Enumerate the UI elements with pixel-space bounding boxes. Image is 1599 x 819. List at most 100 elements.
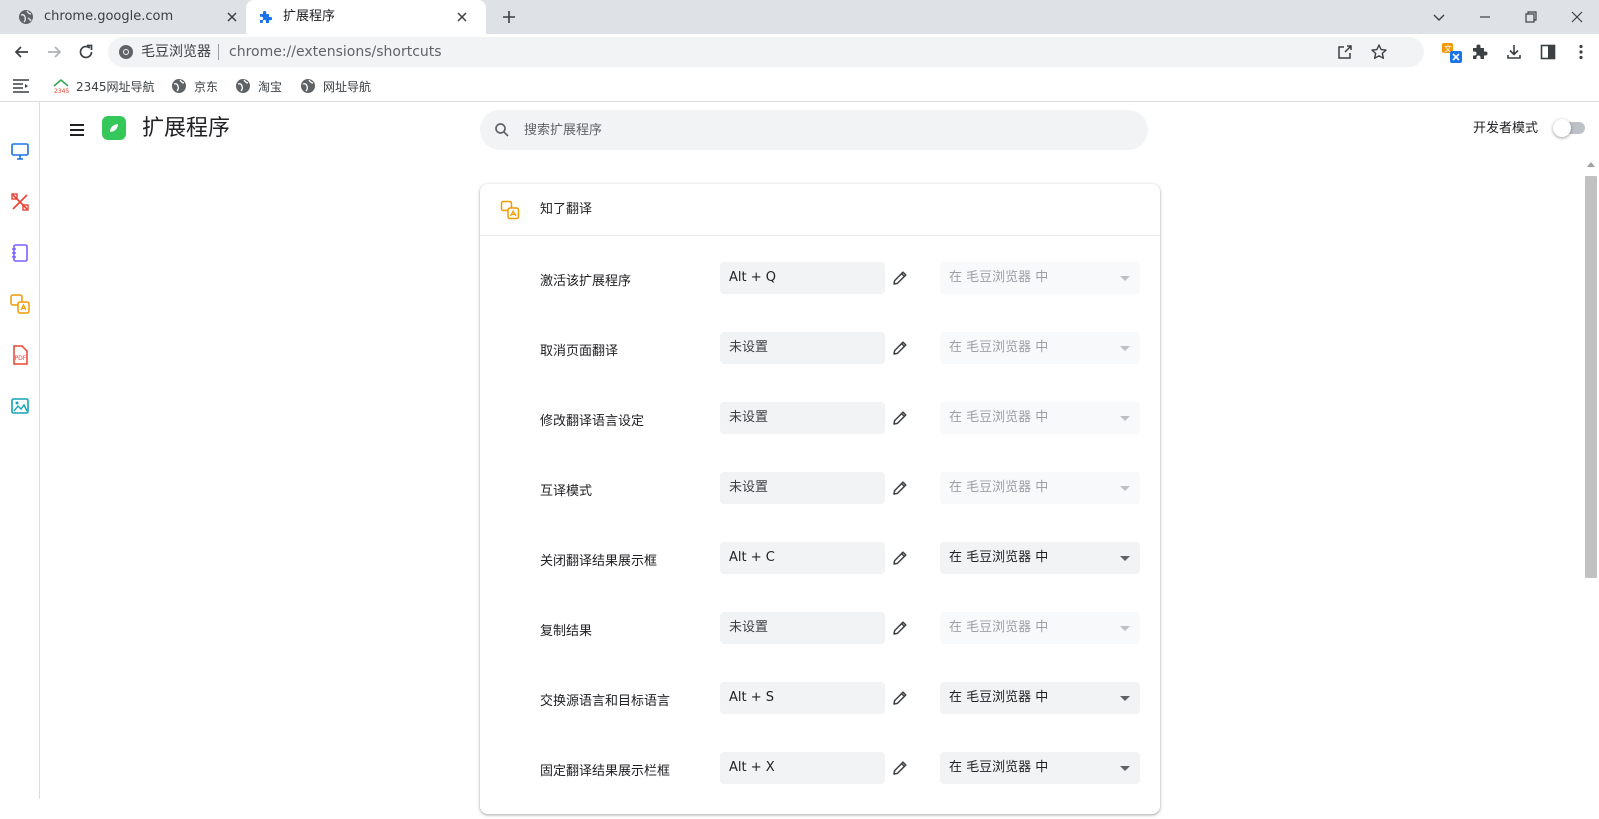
shortcut-scope-select: 在 毛豆浏览器 中 [940,402,1140,434]
shortcut-row: 关闭翻译结果展示框 Alt + C 在 毛豆浏览器 中 [480,539,1160,609]
tab-extensions[interactable]: 扩展程序 [246,0,486,34]
shortcut-key-field[interactable]: 未设置 [720,612,885,644]
pencil-edit-icon[interactable] [891,269,909,287]
side-panel-toggle-icon[interactable] [11,76,31,96]
download-icon[interactable] [1504,42,1524,62]
shortcut-key-field[interactable]: Alt + C [720,542,885,574]
restore-icon[interactable] [1520,6,1542,28]
window-close-icon[interactable] [1566,6,1588,28]
tab-strip: chrome.google.com 扩展程序 [0,0,1599,34]
shortcut-key-value: 未设置 [729,480,769,495]
extensions-header: 扩展程序 开发者模式 [41,102,1599,160]
globe-icon [235,78,251,94]
dropdown-caret-icon [1120,766,1130,771]
scrollbar-thumb[interactable] [1585,176,1597,578]
shortcut-row: 互译模式 未设置 在 毛豆浏览器 中 [480,469,1160,539]
shortcut-key-value: 未设置 [729,340,769,355]
pencil-edit-icon[interactable] [891,339,909,357]
svg-text:PDF: PDF [15,355,27,362]
shortcut-scope-value: 在 毛豆浏览器 中 [949,480,1049,495]
more-menu-icon[interactable] [1571,42,1591,62]
url-text[interactable]: chrome://extensions/shortcuts [229,44,442,60]
shortcut-scope-select[interactable]: 在 毛豆浏览器 中 [940,542,1140,574]
shortcut-key-field[interactable]: 未设置 [720,332,885,364]
bookmark-label: 网址导航 [323,79,372,94]
pdf-icon[interactable]: PDF [9,344,31,366]
hamburger-menu-icon[interactable] [67,120,87,140]
tab-chrome-google[interactable]: chrome.google.com [0,0,246,34]
pencil-edit-icon[interactable] [891,619,909,637]
browser-logo [102,116,126,140]
dropdown-caret-icon [1120,696,1130,701]
shortcut-label: 互译模式 [540,484,593,499]
pencil-edit-icon[interactable] [891,409,909,427]
svg-text:2345: 2345 [54,88,69,94]
reload-icon[interactable] [76,42,96,62]
shortcut-scope-value: 在 毛豆浏览器 中 [949,410,1049,425]
page-scrollbar[interactable] [1583,160,1599,799]
bookmark-taobao[interactable]: 淘宝 [235,76,282,96]
image-icon[interactable] [9,395,31,417]
translate-icon[interactable] [9,293,31,315]
shortcut-key-value: 未设置 [729,620,769,635]
dropdown-caret-icon [1120,346,1130,351]
shortcut-scope-select[interactable]: 在 毛豆浏览器 中 [940,682,1140,714]
pencil-edit-icon[interactable] [891,689,909,707]
monitor-icon[interactable] [9,140,31,162]
dropdown-caret-icon [1120,276,1130,281]
minimize-icon[interactable] [1474,6,1496,28]
pencil-edit-icon[interactable] [891,759,909,777]
bookmark-label: 京东 [194,79,219,94]
share-icon[interactable] [1335,42,1355,62]
search-input[interactable] [524,120,1124,140]
close-icon[interactable] [224,9,240,25]
extension-card-header: 知了翻译 [480,184,1160,236]
bookmark-nav[interactable]: 网址导航 [300,76,371,96]
shortcut-scope-value: 在 毛豆浏览器 中 [949,760,1049,775]
bookmark-star-icon[interactable] [1369,42,1389,62]
bookmark-label: 淘宝 [258,79,283,94]
developer-mode-toggle[interactable] [1553,119,1585,137]
shortcut-key-field[interactable]: Alt + S [720,682,885,714]
shortcut-key-field[interactable]: Alt + Q [720,262,885,294]
address-bar[interactable]: 毛豆浏览器 chrome://extensions/shortcuts [108,37,1424,67]
new-tab-plus-icon[interactable] [500,8,518,26]
notebook-icon[interactable] [9,242,31,264]
shortcut-row: 激活该扩展程序 Alt + Q 在 毛豆浏览器 中 [480,259,1160,329]
shortcut-key-field[interactable]: 未设置 [720,472,885,504]
tab-search-chevron-icon[interactable] [1428,6,1450,28]
shortcut-key-field[interactable]: Alt + X [720,752,885,784]
omnibox-divider [218,44,219,60]
design-tools-icon[interactable] [9,191,31,213]
search-box[interactable] [480,110,1148,150]
dropdown-caret-icon [1120,556,1130,561]
pencil-edit-icon[interactable] [891,479,909,497]
shortcut-key-value: Alt + C [729,550,775,565]
shortcut-scope-select: 在 毛豆浏览器 中 [940,612,1140,644]
dropdown-caret-icon [1120,416,1130,421]
pencil-edit-icon[interactable] [891,549,909,567]
forward-arrow-icon[interactable] [44,42,64,62]
bookmark-jd[interactable]: 京东 [171,76,218,96]
site-name: 毛豆浏览器 [141,44,211,60]
back-arrow-icon[interactable] [12,42,32,62]
close-icon[interactable] [454,9,470,25]
shortcut-row: 交换源语言和目标语言 Alt + S 在 毛豆浏览器 中 [480,679,1160,749]
shortcut-key-value: Alt + Q [729,270,776,285]
globe-icon [171,78,187,94]
bookmark-2345[interactable]: 2345 2345网址导航 [53,76,155,96]
shortcut-scope-select: 在 毛豆浏览器 中 [940,332,1140,364]
shortcut-scope-value: 在 毛豆浏览器 中 [949,340,1049,355]
translate-extension-icon[interactable]: 文 [1441,42,1462,63]
shortcut-key-value: Alt + S [729,690,775,705]
shortcut-scope-select: 在 毛豆浏览器 中 [940,262,1140,294]
shortcut-scope-select[interactable]: 在 毛豆浏览器 中 [940,752,1140,784]
extensions-puzzle-icon[interactable] [1470,42,1490,62]
shortcut-key-field[interactable]: 未设置 [720,402,885,434]
side-panel-icon[interactable] [1538,42,1558,62]
developer-mode-label: 开发者模式 [1473,121,1539,136]
scroll-up-arrow-icon[interactable] [1587,162,1595,167]
side-panel: PDF [0,102,40,799]
tab-title: 扩展程序 [283,9,336,24]
dropdown-caret-icon [1120,486,1130,491]
